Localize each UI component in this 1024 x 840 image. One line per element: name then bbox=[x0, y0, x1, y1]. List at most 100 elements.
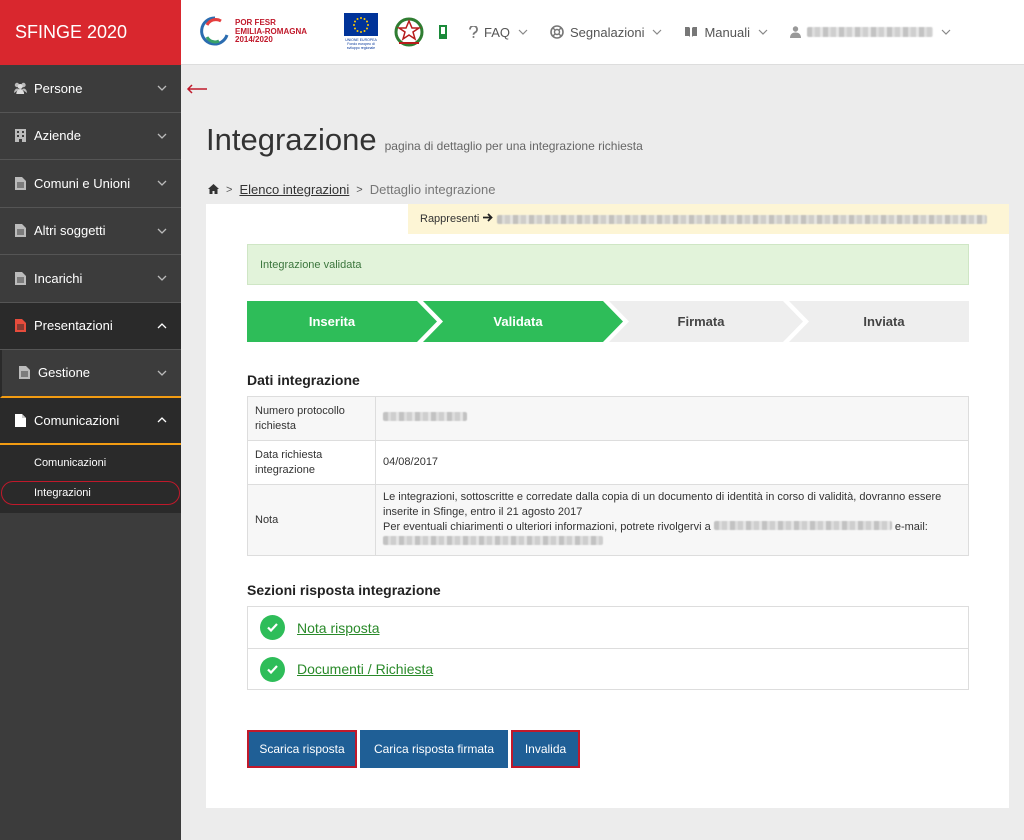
document-icon bbox=[12, 271, 28, 285]
chevron-down-icon bbox=[157, 226, 167, 236]
sidebar-item-incarichi[interactable]: Incarichi bbox=[0, 255, 181, 303]
rappresenti-bar: Rappresenti bbox=[408, 204, 1009, 234]
topbar: POR FESR EMILIA-ROMAGNA 2014/2020 UNIONE… bbox=[181, 0, 1024, 65]
sidebar-item-label: Aziende bbox=[34, 128, 81, 144]
segnalazioni-menu[interactable]: Segnalazioni bbox=[550, 25, 662, 40]
table-cell-value: 04/08/2017 bbox=[375, 440, 969, 485]
nota-contact-line: Per eventuali chiarimenti o ulteriori in… bbox=[383, 520, 961, 535]
sidebar-item-gestione[interactable]: Gestione bbox=[0, 350, 181, 398]
chevron-down-icon bbox=[758, 29, 768, 35]
contact-name-redacted bbox=[713, 521, 892, 530]
document-icon bbox=[12, 176, 28, 190]
chevron-down-icon bbox=[157, 178, 167, 188]
document-icon bbox=[12, 413, 28, 427]
lifebuoy-icon bbox=[550, 25, 564, 39]
rappresenti-label: Rappresenti bbox=[420, 213, 480, 225]
chevron-down-icon bbox=[157, 131, 167, 141]
book-icon bbox=[684, 26, 698, 38]
chevron-down-icon bbox=[157, 273, 167, 283]
sidebar-subitem-integrazioni[interactable]: Integrazioni bbox=[1, 481, 180, 505]
sidebar-item-altri-soggetti[interactable]: Altri soggetti bbox=[0, 208, 181, 255]
document-icon bbox=[12, 319, 28, 333]
sidebar-item-label: Persone bbox=[34, 80, 83, 96]
sezioni-risposta-list: Nota risposta Documenti / Richiesta bbox=[247, 606, 969, 690]
app-brand[interactable]: SFINGE 2020 bbox=[0, 0, 181, 65]
sidebar-item-comunicazioni[interactable]: Comunicazioni bbox=[0, 397, 181, 445]
chevron-down-icon bbox=[157, 368, 167, 378]
sidebar-item-presentazioni[interactable]: Presentazioni bbox=[0, 302, 181, 350]
breadcrumb: > Elenco integrazioni > Dettaglio integr… bbox=[208, 182, 495, 197]
breadcrumb-current: Dettaglio integrazione bbox=[369, 182, 496, 197]
user-name-redacted bbox=[807, 27, 933, 37]
table-cell-value: Le integrazioni, sottoscritte e corredat… bbox=[375, 484, 969, 556]
page-title: Integrazione bbox=[206, 122, 377, 157]
step-inviata: Inviata bbox=[863, 314, 905, 329]
sidebar-item-label: Presentazioni bbox=[34, 318, 113, 334]
logo-text-line: 2014/2020 bbox=[235, 35, 273, 45]
building-icon bbox=[12, 129, 28, 143]
manuali-menu[interactable]: Manuali bbox=[684, 25, 768, 40]
manuali-menu-label: Manuali bbox=[704, 24, 750, 40]
sidebar-subitem-comunicazioni[interactable]: Comunicazioni bbox=[0, 447, 181, 479]
table-cell-key: Nota bbox=[247, 484, 376, 556]
chevron-up-icon bbox=[157, 415, 167, 425]
segnalazioni-menu-label: Segnalazioni bbox=[570, 24, 645, 40]
step-validata: Validata bbox=[493, 314, 543, 329]
table-row: Data richiesta integrazione 04/08/2017 bbox=[247, 440, 969, 485]
document-icon bbox=[12, 224, 28, 238]
breadcrumb-separator: > bbox=[356, 183, 363, 196]
nota-email-label: e-mail: bbox=[894, 521, 928, 533]
list-item: Documenti / Richiesta bbox=[248, 648, 968, 689]
sidebar-item-label: Comunicazioni bbox=[34, 412, 120, 428]
chevron-down-icon bbox=[941, 29, 951, 35]
faq-menu[interactable]: FAQ bbox=[469, 25, 528, 40]
eu-logo-caption: UNIONE EUROPEA Fondo europeo di sviluppo… bbox=[345, 38, 377, 50]
sidebar-item-label: Altri soggetti bbox=[34, 223, 106, 239]
rappresenti-value-redacted bbox=[497, 214, 988, 224]
nota-contact-prefix: Per eventuali chiarimenti o ulteriori in… bbox=[383, 521, 711, 533]
region-emblem-icon bbox=[439, 25, 449, 39]
sidebar-item-aziende[interactable]: Aziende bbox=[0, 113, 181, 160]
check-circle-icon bbox=[260, 656, 285, 682]
progress-steps: Inserita Validata Firmata Inviata bbox=[247, 301, 969, 342]
user-menu[interactable] bbox=[790, 26, 951, 38]
italian-republic-emblem-icon bbox=[393, 15, 425, 49]
page-header: Integrazione pagina di dettaglio per una… bbox=[206, 122, 643, 158]
detail-panel: Rappresenti Integrazione validata Inseri… bbox=[206, 204, 1009, 808]
sidebar-item-comuni-e-unioni[interactable]: Comuni e Unioni bbox=[0, 160, 181, 208]
chevron-up-icon bbox=[157, 321, 167, 331]
section-title-sezioni: Sezioni risposta integrazione bbox=[247, 582, 441, 598]
dati-integrazione-table: Numero protocollo richiesta Data richies… bbox=[247, 396, 969, 556]
arrow-right-icon bbox=[483, 213, 494, 225]
chevron-down-icon bbox=[652, 29, 662, 35]
check-circle-icon bbox=[260, 615, 285, 640]
home-icon[interactable] bbox=[208, 182, 219, 197]
sidebar-item-persone[interactable]: Persone bbox=[0, 65, 181, 113]
main-content: Integrazione pagina di dettaglio per una… bbox=[181, 66, 1024, 840]
breadcrumb-separator: > bbox=[226, 183, 233, 196]
chevron-down-icon bbox=[518, 29, 528, 35]
table-row: Nota Le integrazioni, sottoscritte e cor… bbox=[247, 484, 969, 556]
carica-risposta-firmata-button[interactable]: Carica risposta firmata bbox=[360, 730, 508, 768]
scarica-risposta-button[interactable]: Scarica risposta bbox=[247, 730, 357, 768]
eu-flag-logo: UNIONE EUROPEA Fondo europeo di sviluppo… bbox=[343, 13, 379, 51]
table-cell-value bbox=[375, 396, 969, 441]
link-documenti-richiesta[interactable]: Documenti / Richiesta bbox=[297, 661, 433, 677]
por-fesr-logo: POR FESR EMILIA-ROMAGNA 2014/2020 bbox=[199, 13, 319, 51]
link-nota-risposta[interactable]: Nota risposta bbox=[297, 620, 379, 636]
sidebar-submenu: Comunicazioni Integrazioni bbox=[0, 445, 181, 513]
page-subtitle: pagina di dettaglio per una integrazione… bbox=[384, 139, 643, 153]
user-icon bbox=[790, 26, 801, 38]
protocollo-value-redacted bbox=[383, 412, 467, 421]
table-cell-key: Numero protocollo richiesta bbox=[247, 396, 376, 441]
table-row: Numero protocollo richiesta bbox=[247, 396, 969, 441]
status-alert: Integrazione validata bbox=[247, 244, 969, 285]
nota-email-line bbox=[383, 535, 961, 550]
invalida-button[interactable]: Invalida bbox=[511, 730, 580, 768]
table-cell-key: Data richiesta integrazione bbox=[247, 440, 376, 485]
contact-email-redacted bbox=[383, 536, 603, 545]
breadcrumb-link-elenco[interactable]: Elenco integrazioni bbox=[239, 182, 349, 197]
sidebar: SFINGE 2020 Persone Aziende Comuni e Uni… bbox=[0, 0, 181, 840]
nota-text: Le integrazioni, sottoscritte e corredat… bbox=[383, 491, 942, 518]
document-icon bbox=[16, 366, 32, 380]
